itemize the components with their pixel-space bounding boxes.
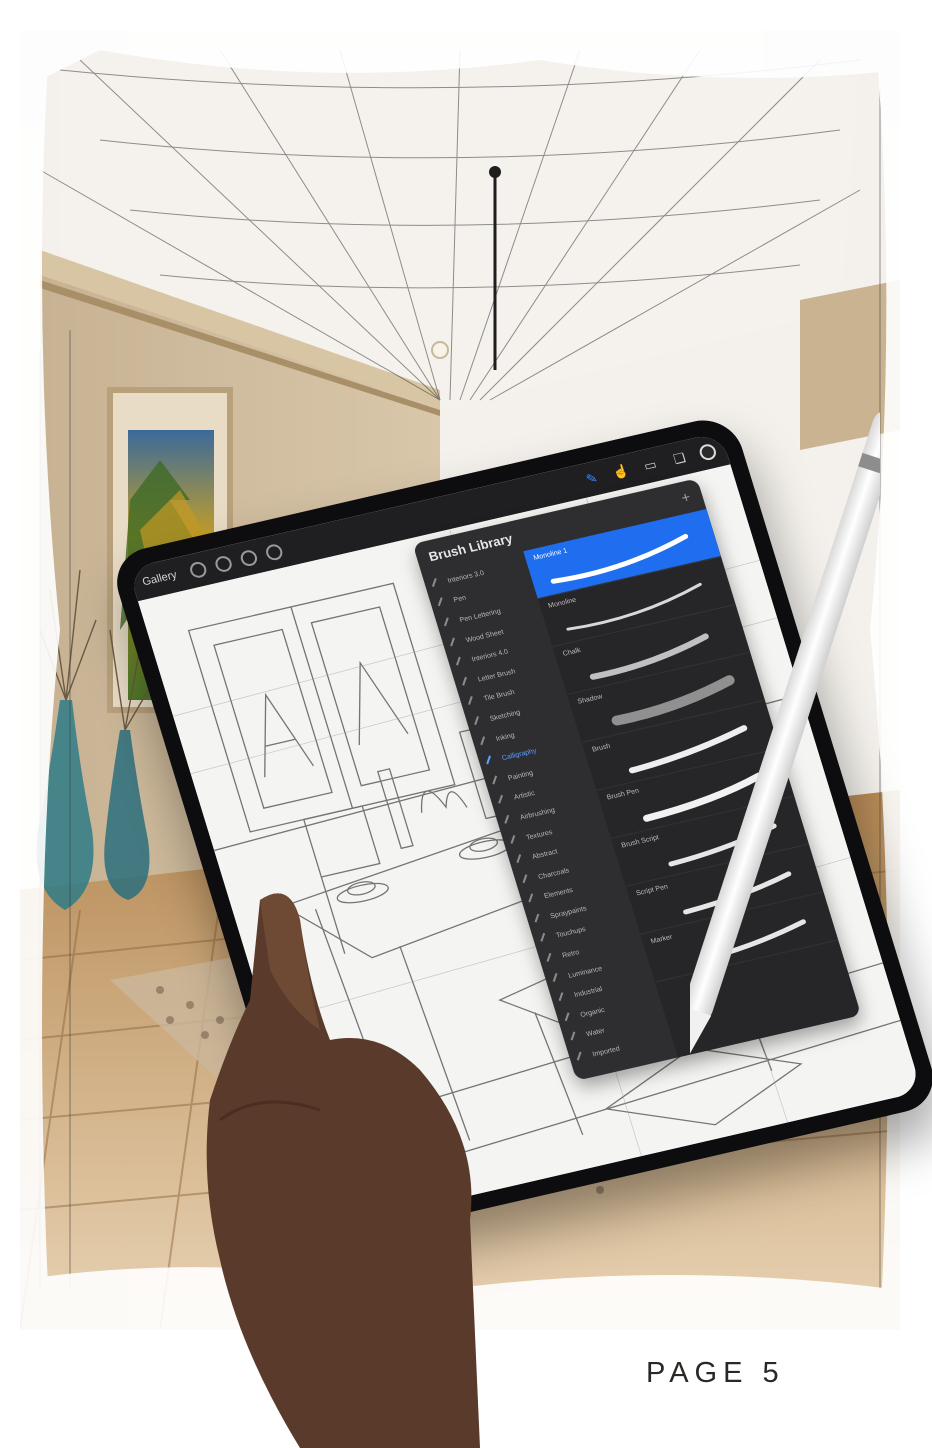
- brush-category-icon: [480, 735, 492, 748]
- adjust-icon[interactable]: [263, 542, 285, 562]
- brush-category-icon: [540, 933, 553, 945]
- brush-category-icon: [576, 1051, 589, 1064]
- brush-category-icon: [492, 775, 504, 787]
- brush-category-icon: [462, 676, 474, 689]
- brush-category-icon: [437, 597, 450, 610]
- layers-icon[interactable]: ❏: [668, 448, 691, 469]
- brush-category-icon: [558, 992, 571, 1004]
- brush-category-icon: [516, 854, 528, 866]
- brush-category-icon: [510, 834, 522, 847]
- brush-category-icon: [468, 696, 480, 708]
- modify-icon[interactable]: [187, 560, 209, 580]
- brush-category-icon: [570, 1031, 583, 1044]
- brush-category-icon: [450, 637, 462, 649]
- transform-icon[interactable]: [238, 548, 259, 568]
- brush-category-icon: [498, 795, 510, 807]
- brush-category-icon: [443, 617, 456, 629]
- brush-icon[interactable]: ✎: [580, 468, 603, 489]
- brush-category-icon: [431, 577, 444, 590]
- brush-category-icon: [546, 952, 559, 965]
- gallery-button[interactable]: Gallery: [141, 569, 178, 588]
- selection-icon[interactable]: [213, 554, 234, 574]
- eraser-icon[interactable]: ▭: [639, 455, 662, 476]
- brush-category-icon: [474, 716, 486, 728]
- brush-category-icon: [456, 656, 468, 669]
- page-number: PAGE 5: [646, 1357, 785, 1389]
- apple-pencil: [690, 410, 880, 1061]
- brush-category-icon: [486, 755, 498, 768]
- brush-category-icon: [552, 972, 565, 985]
- hand-holding-tablet: [206, 893, 480, 1448]
- brush-category-icon: [564, 1012, 577, 1024]
- page: Gallery ✎ ☝ ▭ ❏ Brush Library + Interior…: [0, 0, 932, 1448]
- smudge-icon[interactable]: ☝: [610, 462, 633, 483]
- brush-category-icon: [504, 814, 516, 827]
